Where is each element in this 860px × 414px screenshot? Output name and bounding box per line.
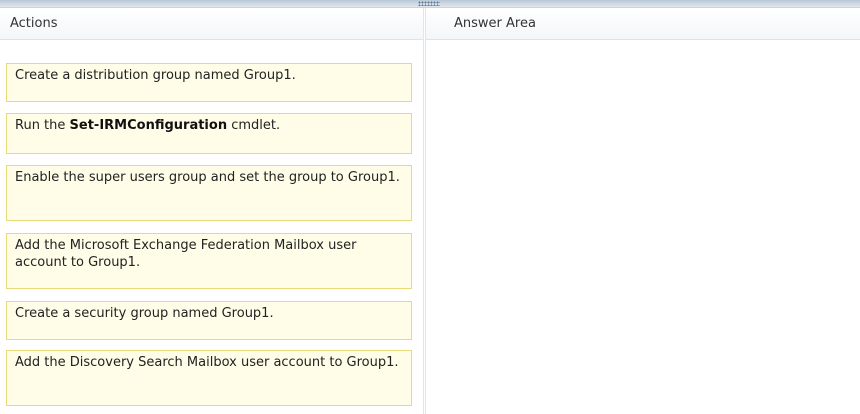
action-item-cmdlet-name: Set-IRMConfiguration	[69, 118, 228, 133]
action-item-create-security-group[interactable]: Create a security group named Group1.	[6, 301, 412, 340]
action-item-text-prefix: Run the	[15, 118, 70, 133]
action-item-create-distribution-group[interactable]: Create a distribution group named Group1…	[6, 63, 412, 102]
action-item-add-discovery-mailbox[interactable]: Add the Discovery Search Mailbox user ac…	[6, 350, 412, 406]
action-item-text: Add the Microsoft Exchange Federation Ma…	[15, 238, 357, 270]
action-item-text: Enable the super users group and set the…	[15, 170, 400, 185]
resize-grip-icon[interactable]	[418, 1, 440, 6]
action-item-add-federation-mailbox[interactable]: Add the Microsoft Exchange Federation Ma…	[6, 233, 412, 289]
actions-panel-title: Actions	[0, 8, 423, 40]
action-item-text: Create a security group named Group1.	[15, 306, 274, 321]
action-item-text-suffix: cmdlet.	[227, 118, 281, 133]
action-item-text: Create a distribution group named Group1…	[15, 68, 296, 83]
answer-area-title: Answer Area	[426, 8, 860, 40]
top-divider-bar	[0, 0, 860, 8]
action-item-enable-super-users[interactable]: Enable the super users group and set the…	[6, 165, 412, 221]
action-item-run-set-irmconfiguration[interactable]: Run the Set-IRMConfiguration cmdlet.	[6, 113, 412, 154]
answer-area-panel[interactable]: Answer Area	[425, 8, 860, 414]
actions-panel: Actions Create a distribution group name…	[0, 8, 424, 414]
action-item-text: Add the Discovery Search Mailbox user ac…	[15, 355, 399, 370]
